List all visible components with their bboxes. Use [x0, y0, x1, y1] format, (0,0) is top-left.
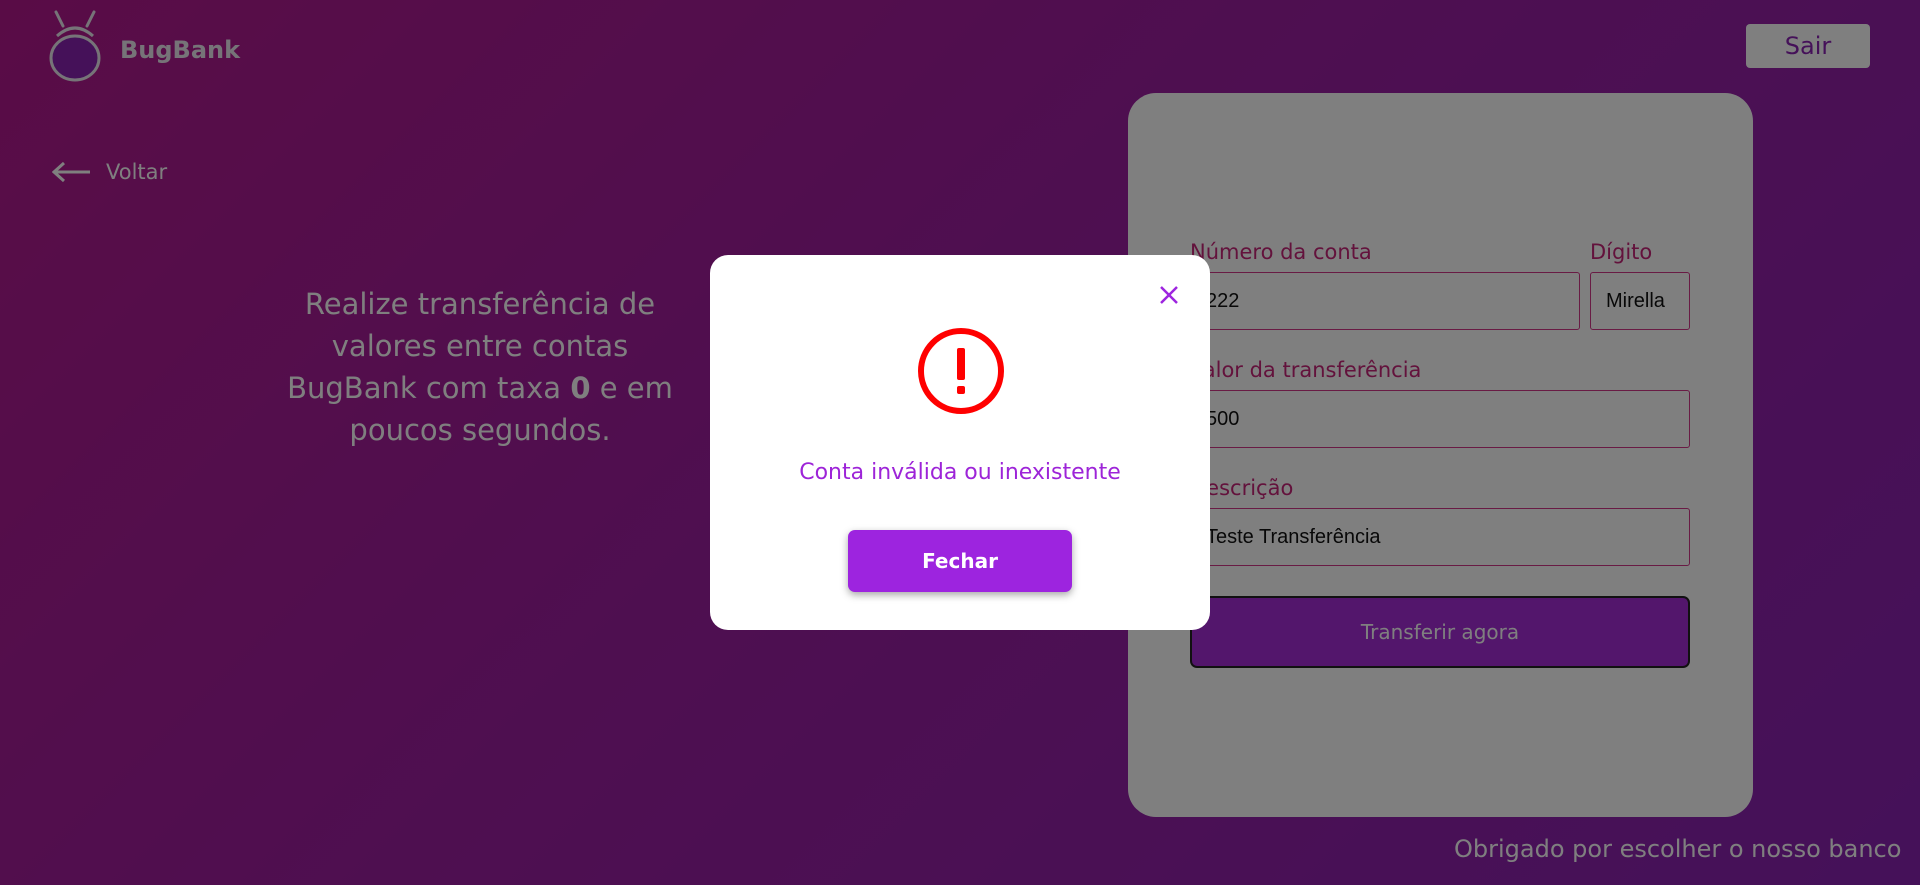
x-icon[interactable] — [1157, 283, 1181, 307]
modal-message: Conta inválida ou inexistente — [799, 460, 1121, 485]
close-modal-button[interactable]: Fechar — [848, 530, 1072, 592]
exclamation-circle-icon — [916, 326, 1006, 416]
